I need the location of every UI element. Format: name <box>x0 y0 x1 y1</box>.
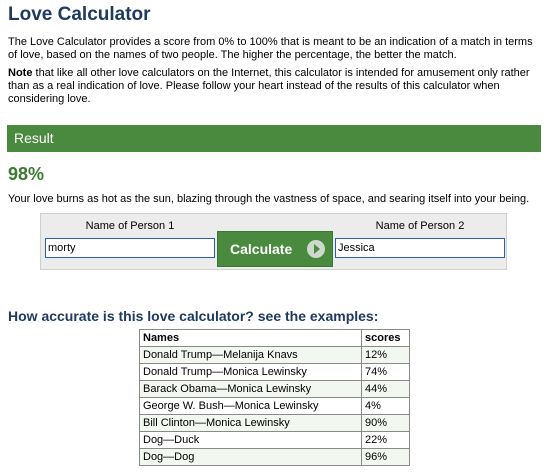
person1-input[interactable] <box>45 238 215 258</box>
person1-label: Name of Person 1 <box>85 220 175 232</box>
table-row: George W. Bush—Monica Lewinsky 4% <box>139 397 410 415</box>
table-row: Donald Trump—Melanija Knavs 12% <box>139 346 410 364</box>
table-row: Bill Clinton—Monica Lewinsky 90% <box>139 414 410 432</box>
example-score: 12% <box>361 346 410 364</box>
example-names: Bill Clinton—Monica Lewinsky <box>139 414 362 432</box>
example-score: 44% <box>361 380 410 398</box>
result-score: 98% <box>8 164 45 184</box>
example-score: 4% <box>361 397 410 415</box>
examples-heading: How accurate is this love calculator? se… <box>8 308 379 324</box>
note-text: Note that like all other love calculator… <box>8 67 536 106</box>
example-names: Donald Trump—Melanija Knavs <box>139 346 362 364</box>
example-names: George W. Bush—Monica Lewinsky <box>139 397 362 415</box>
arrow-right-circle-icon <box>307 240 325 258</box>
example-score: 74% <box>361 363 410 381</box>
table-row: Donald Trump—Monica Lewinsky 74% <box>139 363 410 381</box>
column-header-scores: scores <box>361 329 410 347</box>
table-row: Dog—Duck 22% <box>139 431 410 449</box>
calculate-button-label: Calculate <box>230 241 293 257</box>
page-title: Love Calculator <box>8 4 151 25</box>
calculate-button[interactable]: Calculate <box>217 231 333 267</box>
example-score: 90% <box>361 414 410 432</box>
result-header: Result <box>7 125 541 152</box>
table-row: Barack Obama—Monica Lewinsky 44% <box>139 380 410 398</box>
example-names: Dog—Duck <box>139 431 362 449</box>
example-score: 96% <box>361 448 410 466</box>
note-body: that like all other love calculators on … <box>8 67 530 105</box>
result-message: Your love burns as hot as the sun, blazi… <box>8 193 530 205</box>
example-names: Donald Trump—Monica Lewinsky <box>139 363 362 381</box>
column-header-names: Names <box>139 329 362 347</box>
calculator-form: Name of Person 1 Name of Person 2 Calcul… <box>40 213 507 270</box>
person2-input[interactable] <box>335 238 505 258</box>
examples-table: Names scores Donald Trump—Melanija Knavs… <box>139 329 410 466</box>
example-names: Barack Obama—Monica Lewinsky <box>139 380 362 398</box>
note-label: Note <box>8 67 33 79</box>
example-names: Dog—Dog <box>139 448 362 466</box>
intro-text: The Love Calculator provides a score fro… <box>8 36 533 61</box>
person2-label: Name of Person 2 <box>375 220 465 232</box>
table-row: Dog—Dog 96% <box>139 448 410 466</box>
table-header-row: Names scores <box>139 329 410 347</box>
example-score: 22% <box>361 431 410 449</box>
